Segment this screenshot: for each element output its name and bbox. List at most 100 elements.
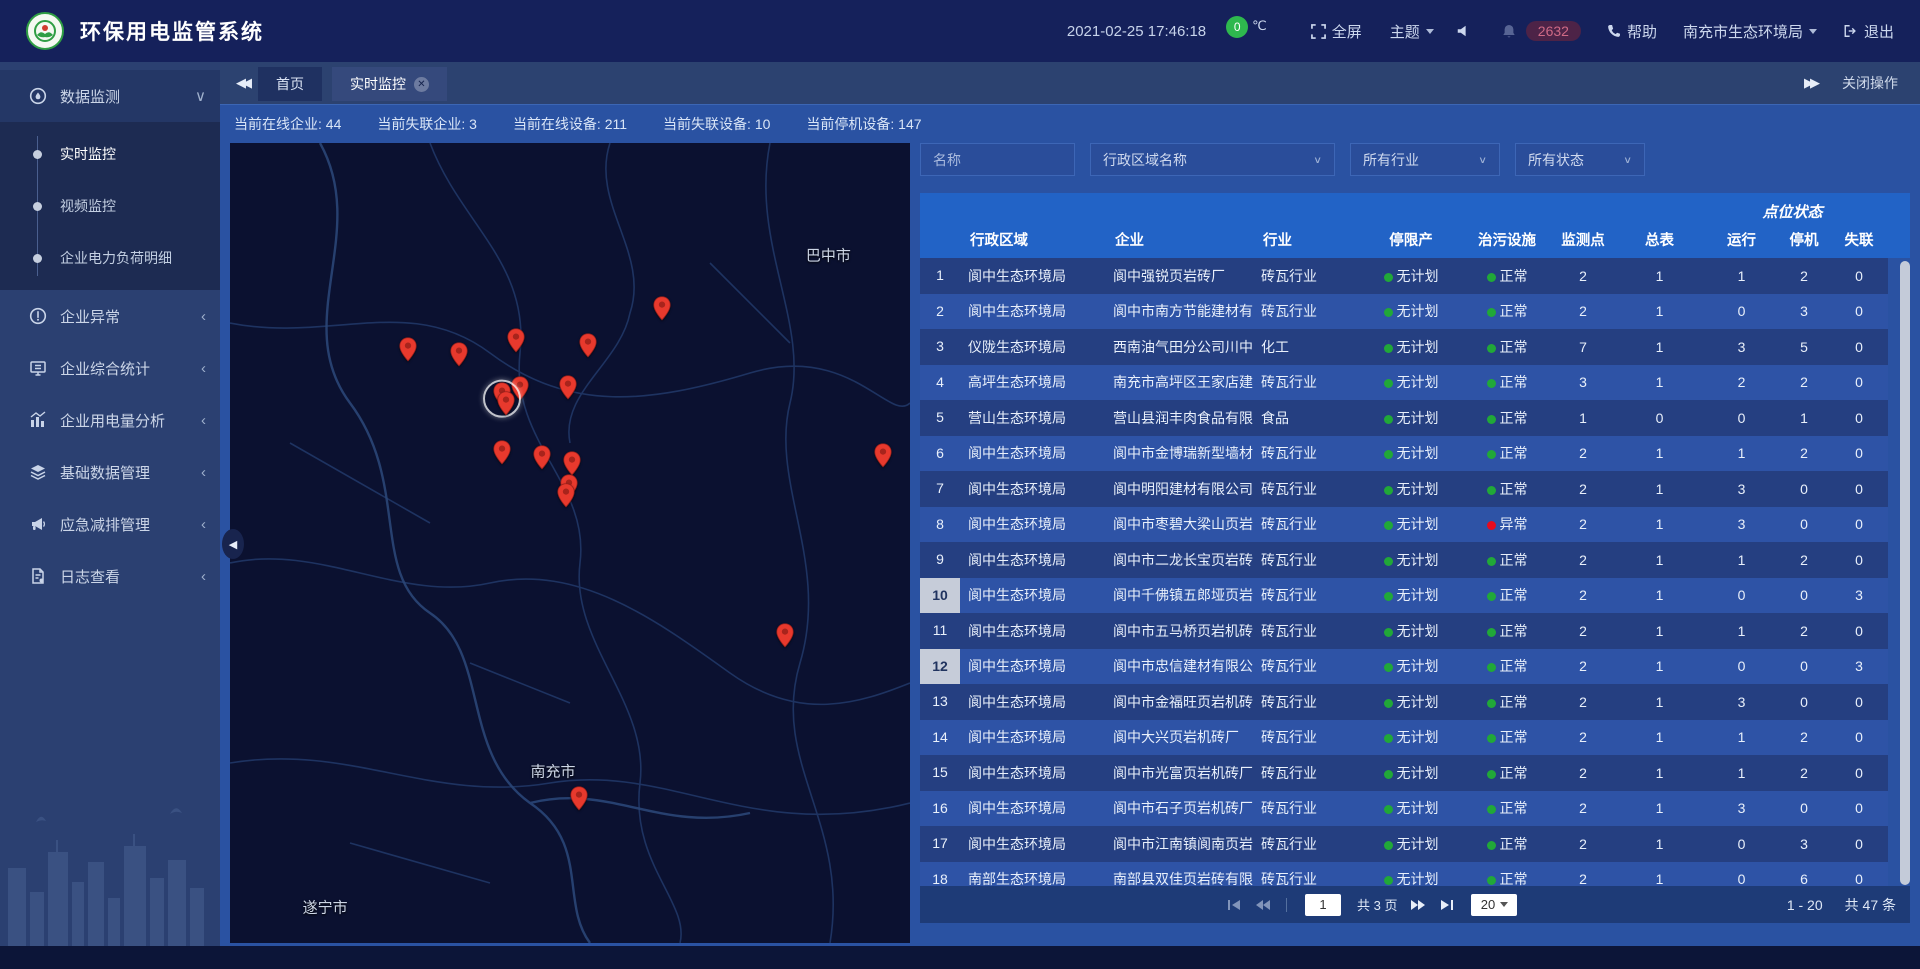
panel-collapse-button[interactable]: ◀ xyxy=(222,529,244,559)
cell-region: 阆中生态环境局 xyxy=(960,656,1105,676)
map-pin-icon[interactable] xyxy=(533,445,552,470)
column-header-失联: 失联 xyxy=(1830,229,1888,250)
first-page-icon[interactable] xyxy=(1227,899,1241,911)
map-pin-icon[interactable] xyxy=(569,786,588,811)
cell-facility-status: 正常 xyxy=(1462,834,1552,854)
map-pin-icon[interactable] xyxy=(399,337,418,362)
sidebar-group-基础数据管理[interactable]: 基础数据管理‹ xyxy=(0,446,220,498)
map-panel[interactable]: 巴中市南充市遂宁市 xyxy=(230,143,910,943)
table-row[interactable]: 3仪陇生态环境局西南油气田分公司川中化工无计划正常71350 xyxy=(920,329,1888,365)
cell-limit-status: 无计划 xyxy=(1360,514,1462,534)
close-operations-button[interactable]: 关闭操作 xyxy=(1842,73,1898,93)
cell-running: 1 xyxy=(1705,729,1778,745)
table-row[interactable]: 14阆中生态环境局阆中大兴页岩机砖厂砖瓦行业无计划正常21120 xyxy=(920,720,1888,756)
user-dropdown[interactable]: 南充市生态环境局 xyxy=(1683,21,1817,42)
cell-running: 0 xyxy=(1705,410,1778,426)
table-row[interactable]: 10阆中生态环境局阆中千佛镇五郎垭页岩砖瓦行业无计划正常21003 xyxy=(920,578,1888,614)
table-row[interactable]: 5营山生态环境局营山县润丰肉食品有限食品无计划正常10010 xyxy=(920,400,1888,436)
help-button[interactable]: 帮助 xyxy=(1607,21,1657,42)
mute-button[interactable] xyxy=(1456,24,1476,38)
cell-industry: 砖瓦行业 xyxy=(1253,763,1360,783)
sidebar-item-实时监控[interactable]: 实时监控 xyxy=(0,128,220,180)
logout-button[interactable]: 退出 xyxy=(1843,21,1894,42)
sidebar-group-数据监测[interactable]: 数据监测∨ xyxy=(0,70,220,122)
theme-dropdown[interactable]: 主题 xyxy=(1390,21,1434,42)
name-search-input[interactable]: 名称 xyxy=(920,143,1075,176)
table-scrollbar[interactable] xyxy=(1900,261,1910,885)
industry-select[interactable]: 所有行业∨ xyxy=(1350,143,1500,176)
map-pin-icon[interactable] xyxy=(563,451,582,476)
table-row[interactable]: 17阆中生态环境局阆中市江南镇阆南页岩砖瓦行业无计划正常21030 xyxy=(920,826,1888,862)
cell-index: 13 xyxy=(920,684,960,720)
sidebar-group-应急减排管理[interactable]: 应急减排管理‹ xyxy=(0,498,220,550)
map-pin-icon[interactable] xyxy=(497,391,516,416)
page-size-select[interactable]: 20 xyxy=(1471,894,1517,916)
map-pin-icon[interactable] xyxy=(578,333,597,358)
map-pin-icon[interactable] xyxy=(556,483,575,508)
table-row[interactable]: 1阆中生态环境局阆中强锐页岩砖厂砖瓦行业无计划正常21120 xyxy=(920,258,1888,294)
top-header: 环保用电监管系统 2021-02-25 17:46:18 0 ℃ 全屏 主题 xyxy=(0,0,1920,62)
sidebar-item-企业电力负荷明细[interactable]: 企业电力负荷明细 xyxy=(0,232,220,284)
column-header-运行: 运行 xyxy=(1705,229,1778,250)
map-pin-icon[interactable] xyxy=(558,375,577,400)
tabs-scroll-right-icon[interactable]: ▶▶ xyxy=(1804,75,1816,91)
table-row[interactable]: 9阆中生态环境局阆中市二龙长宝页岩砖砖瓦行业无计划正常21120 xyxy=(920,542,1888,578)
tab-首页[interactable]: 首页 xyxy=(258,67,322,101)
cell-facility-status: 正常 xyxy=(1462,550,1552,570)
sidebar-group-企业异常[interactable]: 企业异常‹ xyxy=(0,290,220,342)
table-row[interactable]: 18南部生态环境局南部县双佳页岩砖有限砖瓦行业无计划正常21060 xyxy=(920,862,1888,887)
cell-company: 阆中大兴页岩机砖厂 xyxy=(1105,727,1253,747)
stat-当前停机设备: 当前停机设备: 147 xyxy=(806,114,921,134)
column-header-总表: 总表 xyxy=(1614,229,1705,250)
table-row[interactable]: 8阆中生态环境局阆中市枣碧大梁山页岩砖瓦行业无计划异常21300 xyxy=(920,507,1888,543)
prev-page-icon[interactable] xyxy=(1255,899,1271,911)
cell-lost: 0 xyxy=(1830,374,1888,390)
table-row[interactable]: 7阆中生态环境局阆中明阳建材有限公司砖瓦行业无计划正常21300 xyxy=(920,471,1888,507)
app-root: 环保用电监管系统 2021-02-25 17:46:18 0 ℃ 全屏 主题 xyxy=(0,0,1920,969)
sidebar-group-企业综合统计[interactable]: 企业综合统计‹ xyxy=(0,342,220,394)
sidebar-group-日志查看[interactable]: 日志查看‹ xyxy=(0,550,220,602)
page-number-input[interactable]: 1 xyxy=(1305,894,1341,916)
cell-stopped: 0 xyxy=(1778,516,1830,532)
map-pin-icon[interactable] xyxy=(493,440,512,465)
table-row[interactable]: 4高坪生态环境局南充市高坪区王家店建砖瓦行业无计划正常31220 xyxy=(920,365,1888,401)
cell-industry: 砖瓦行业 xyxy=(1253,514,1360,534)
cell-limit-status: 无计划 xyxy=(1360,479,1462,499)
map-pin-icon[interactable] xyxy=(652,296,671,321)
cell-index: 15 xyxy=(920,755,960,791)
cell-region: 阆中生态环境局 xyxy=(960,798,1105,818)
cell-running: 3 xyxy=(1705,516,1778,532)
table-row[interactable]: 11阆中生态环境局阆中市五马桥页岩机砖砖瓦行业无计划正常21120 xyxy=(920,613,1888,649)
cell-industry: 砖瓦行业 xyxy=(1253,550,1360,570)
map-pin-icon[interactable] xyxy=(775,623,794,648)
cell-region: 仪陇生态环境局 xyxy=(960,337,1105,357)
chevron-down-icon: ∨ xyxy=(195,87,206,105)
table-row[interactable]: 2阆中生态环境局阆中市南方节能建材有砖瓦行业无计划正常21030 xyxy=(920,294,1888,330)
map-pin-icon[interactable] xyxy=(450,342,469,367)
last-page-icon[interactable] xyxy=(1440,899,1454,911)
close-tab-icon[interactable]: ✕ xyxy=(414,77,429,92)
map-pin-icon[interactable] xyxy=(873,443,892,468)
sidebar-item-视频监控[interactable]: 视频监控 xyxy=(0,180,220,232)
cell-stopped: 2 xyxy=(1778,765,1830,781)
table-row[interactable]: 12阆中生态环境局阆中市忠信建材有限公砖瓦行业无计划正常21003 xyxy=(920,649,1888,685)
status-dot-green xyxy=(1384,450,1393,459)
cell-monitor-points: 2 xyxy=(1552,268,1614,284)
column-header-停机: 停机 xyxy=(1778,229,1830,250)
tab-实时监控[interactable]: 实时监控✕ xyxy=(332,67,447,101)
tabs-scroll-left-icon[interactable]: ◀◀ xyxy=(236,75,248,91)
table-row[interactable]: 15阆中生态环境局阆中市光富页岩机砖厂砖瓦行业无计划正常21120 xyxy=(920,755,1888,791)
notifications[interactable]: 2632 xyxy=(1502,21,1581,41)
region-select[interactable]: 行政区域名称∨ xyxy=(1090,143,1335,176)
sidebar-group-企业用电量分析[interactable]: 企业用电量分析‹ xyxy=(0,394,220,446)
table-row[interactable]: 6阆中生态环境局阆中市金博瑞新型墙材砖瓦行业无计划正常21120 xyxy=(920,436,1888,472)
map-pin-icon[interactable] xyxy=(507,328,526,353)
status-dot-green xyxy=(1487,450,1496,459)
next-page-icon[interactable] xyxy=(1410,899,1426,911)
status-select[interactable]: 所有状态∨ xyxy=(1515,143,1645,176)
cell-total-meters: 1 xyxy=(1614,303,1705,319)
table-row[interactable]: 16阆中生态环境局阆中市石子页岩机砖厂砖瓦行业无计划正常21300 xyxy=(920,791,1888,827)
table-row[interactable]: 13阆中生态环境局阆中市金福旺页岩机砖砖瓦行业无计划正常21300 xyxy=(920,684,1888,720)
fullscreen-button[interactable]: 全屏 xyxy=(1311,21,1362,42)
cell-monitor-points: 2 xyxy=(1552,729,1614,745)
